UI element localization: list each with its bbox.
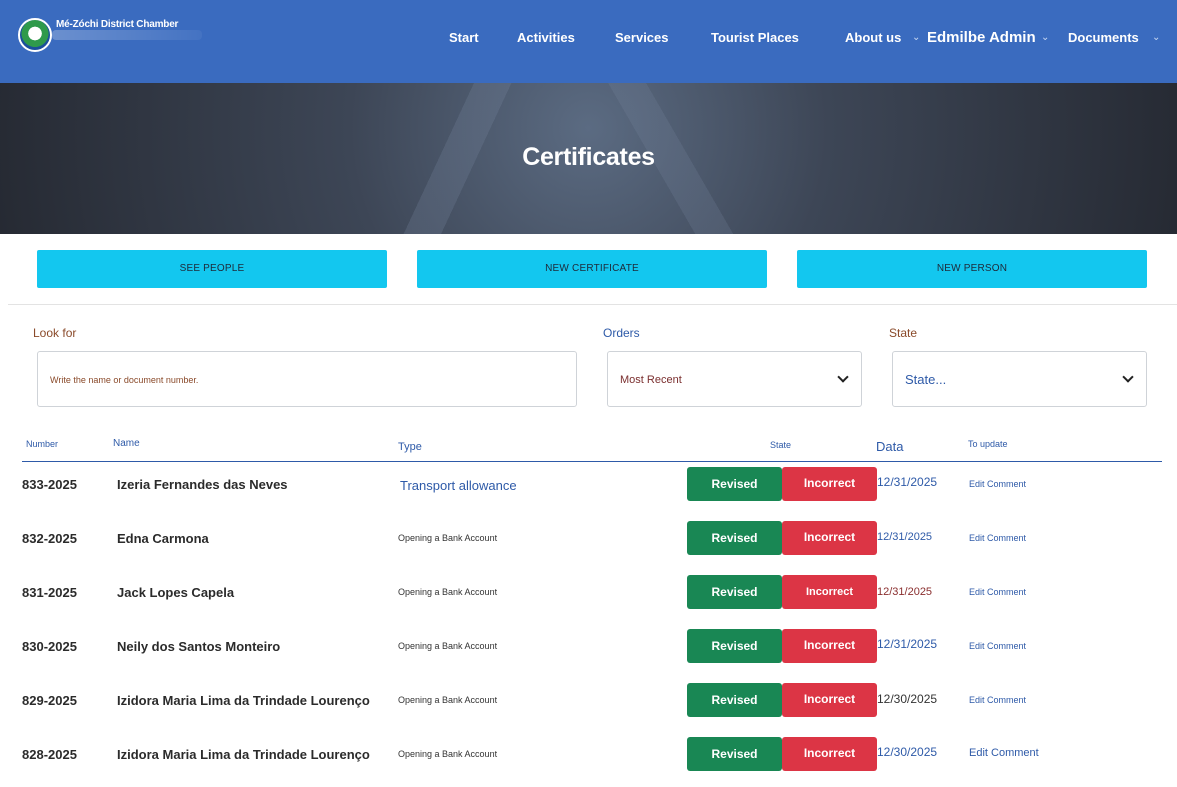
column-header-to-update: To update: [968, 439, 1008, 449]
table-row: 828-2025 Izidora Maria Lima da Trindade …: [0, 733, 1177, 787]
edit-comment-link[interactable]: Edit Comment: [969, 695, 1026, 705]
table-row: 830-2025 Neily dos Santos Monteiro Openi…: [0, 625, 1177, 679]
row-type: Opening a Bank Account: [398, 587, 498, 597]
row-date: 12/31/2025: [877, 586, 933, 598]
incorrect-button[interactable]: Incorrect: [782, 521, 877, 555]
nav-user-menu[interactable]: Edmilbe Admin: [927, 29, 1036, 46]
incorrect-button[interactable]: Incorrect: [782, 575, 877, 609]
row-date: 12/30/2025: [877, 745, 938, 759]
column-header-number: Number: [26, 439, 59, 449]
new-certificate-button[interactable]: NEW CERTIFICATE: [417, 250, 767, 288]
state-label: State: [889, 326, 918, 340]
row-number: 833-2025: [22, 477, 77, 492]
row-date: 12/31/2025: [877, 531, 933, 543]
row-number: 830-2025: [22, 639, 77, 654]
nav-documents[interactable]: Documents: [1068, 30, 1139, 45]
revised-button[interactable]: Revised: [687, 467, 782, 501]
incorrect-button[interactable]: Incorrect: [782, 629, 877, 663]
revised-button[interactable]: Revised: [687, 521, 782, 555]
column-header-state: State: [770, 440, 792, 450]
row-date: 12/31/2025: [877, 475, 938, 489]
table-row: 833-2025 Izeria Fernandes das Neves Tran…: [0, 463, 1177, 517]
orders-selected-value: Most Recent: [620, 374, 682, 386]
table-row: 832-2025 Edna Carmona Opening a Bank Acc…: [0, 517, 1177, 571]
row-type: Opening a Bank Account: [398, 641, 498, 651]
nav-start[interactable]: Start: [449, 30, 479, 45]
nav-about-us[interactable]: About us: [845, 30, 901, 45]
row-name: Edna Carmona: [117, 531, 209, 546]
incorrect-button[interactable]: Incorrect: [782, 683, 877, 717]
row-name: Izeria Fernandes das Neves: [117, 477, 288, 492]
row-type: Opening a Bank Account: [398, 533, 498, 543]
search-input[interactable]: Write the name or document number.: [37, 351, 577, 407]
row-name: Izidora Maria Lima da Trindade Lourenço: [117, 693, 370, 708]
nav-services[interactable]: Services: [615, 30, 669, 45]
column-header-name: Name: [113, 438, 140, 449]
row-name: Neily dos Santos Monteiro: [117, 639, 281, 654]
row-name: Jack Lopes Capela: [117, 585, 235, 600]
search-placeholder: Write the name or document number.: [50, 375, 199, 385]
nav-tourist-places[interactable]: Tourist Places: [711, 30, 799, 45]
edit-comment-link[interactable]: Edit Comment: [969, 533, 1026, 543]
state-select[interactable]: State...: [892, 351, 1147, 407]
hero-banner: Certificates: [0, 83, 1177, 234]
divider: [8, 304, 1177, 305]
row-number: 829-2025: [22, 693, 77, 708]
revised-button[interactable]: Revised: [687, 575, 782, 609]
row-type: Transport allowance: [400, 478, 517, 493]
nav-activities[interactable]: Activities: [517, 30, 575, 45]
table-row: 831-2025 Jack Lopes Capela Opening a Ban…: [0, 571, 1177, 625]
table-row: 829-2025 Izidora Maria Lima da Trindade …: [0, 679, 1177, 733]
look-for-label: Look for: [33, 326, 77, 340]
state-selected-value: State...: [905, 372, 947, 387]
edit-comment-link[interactable]: Edit Comment: [969, 479, 1026, 489]
page-title: Certificates: [522, 143, 655, 171]
main-menu: Start Activities Services Tourist Places…: [0, 29, 1177, 48]
incorrect-button[interactable]: Incorrect: [782, 737, 877, 771]
edit-comment-link[interactable]: Edit Comment: [969, 747, 1039, 759]
see-people-button[interactable]: SEE PEOPLE: [37, 250, 387, 288]
chevron-down-icon: ⌄: [1041, 32, 1050, 43]
chevron-down-icon: [837, 371, 849, 383]
column-header-type: Type: [398, 441, 422, 453]
chevron-down-icon: ⌄: [1152, 32, 1161, 43]
row-number: 832-2025: [22, 531, 77, 546]
row-date: 12/30/2025: [877, 692, 938, 706]
revised-button[interactable]: Revised: [687, 737, 782, 771]
incorrect-button[interactable]: Incorrect: [782, 467, 877, 501]
row-number: 828-2025: [22, 747, 77, 762]
edit-comment-link[interactable]: Edit Comment: [969, 641, 1026, 651]
row-name: Izidora Maria Lima da Trindade Lourenço: [117, 747, 370, 762]
edit-comment-link[interactable]: Edit Comment: [969, 587, 1026, 597]
orders-label: Orders: [603, 326, 640, 340]
orders-select[interactable]: Most Recent: [607, 351, 862, 407]
new-person-button[interactable]: NEW PERSON: [797, 250, 1147, 288]
table-header-divider: [22, 461, 1162, 462]
row-date: 12/31/2025: [877, 637, 938, 651]
chevron-down-icon: ⌄: [912, 32, 921, 43]
chevron-down-icon: [1122, 371, 1134, 383]
revised-button[interactable]: Revised: [687, 629, 782, 663]
column-header-data: Data: [876, 439, 904, 454]
row-type: Opening a Bank Account: [398, 695, 498, 705]
row-number: 831-2025: [22, 585, 77, 600]
brand-name: Mé-Zóchi District Chamber: [56, 19, 179, 30]
top-navigation-bar: Mé-Zóchi District Chamber Start Activiti…: [0, 0, 1177, 83]
revised-button[interactable]: Revised: [687, 683, 782, 717]
row-type: Opening a Bank Account: [398, 749, 498, 759]
